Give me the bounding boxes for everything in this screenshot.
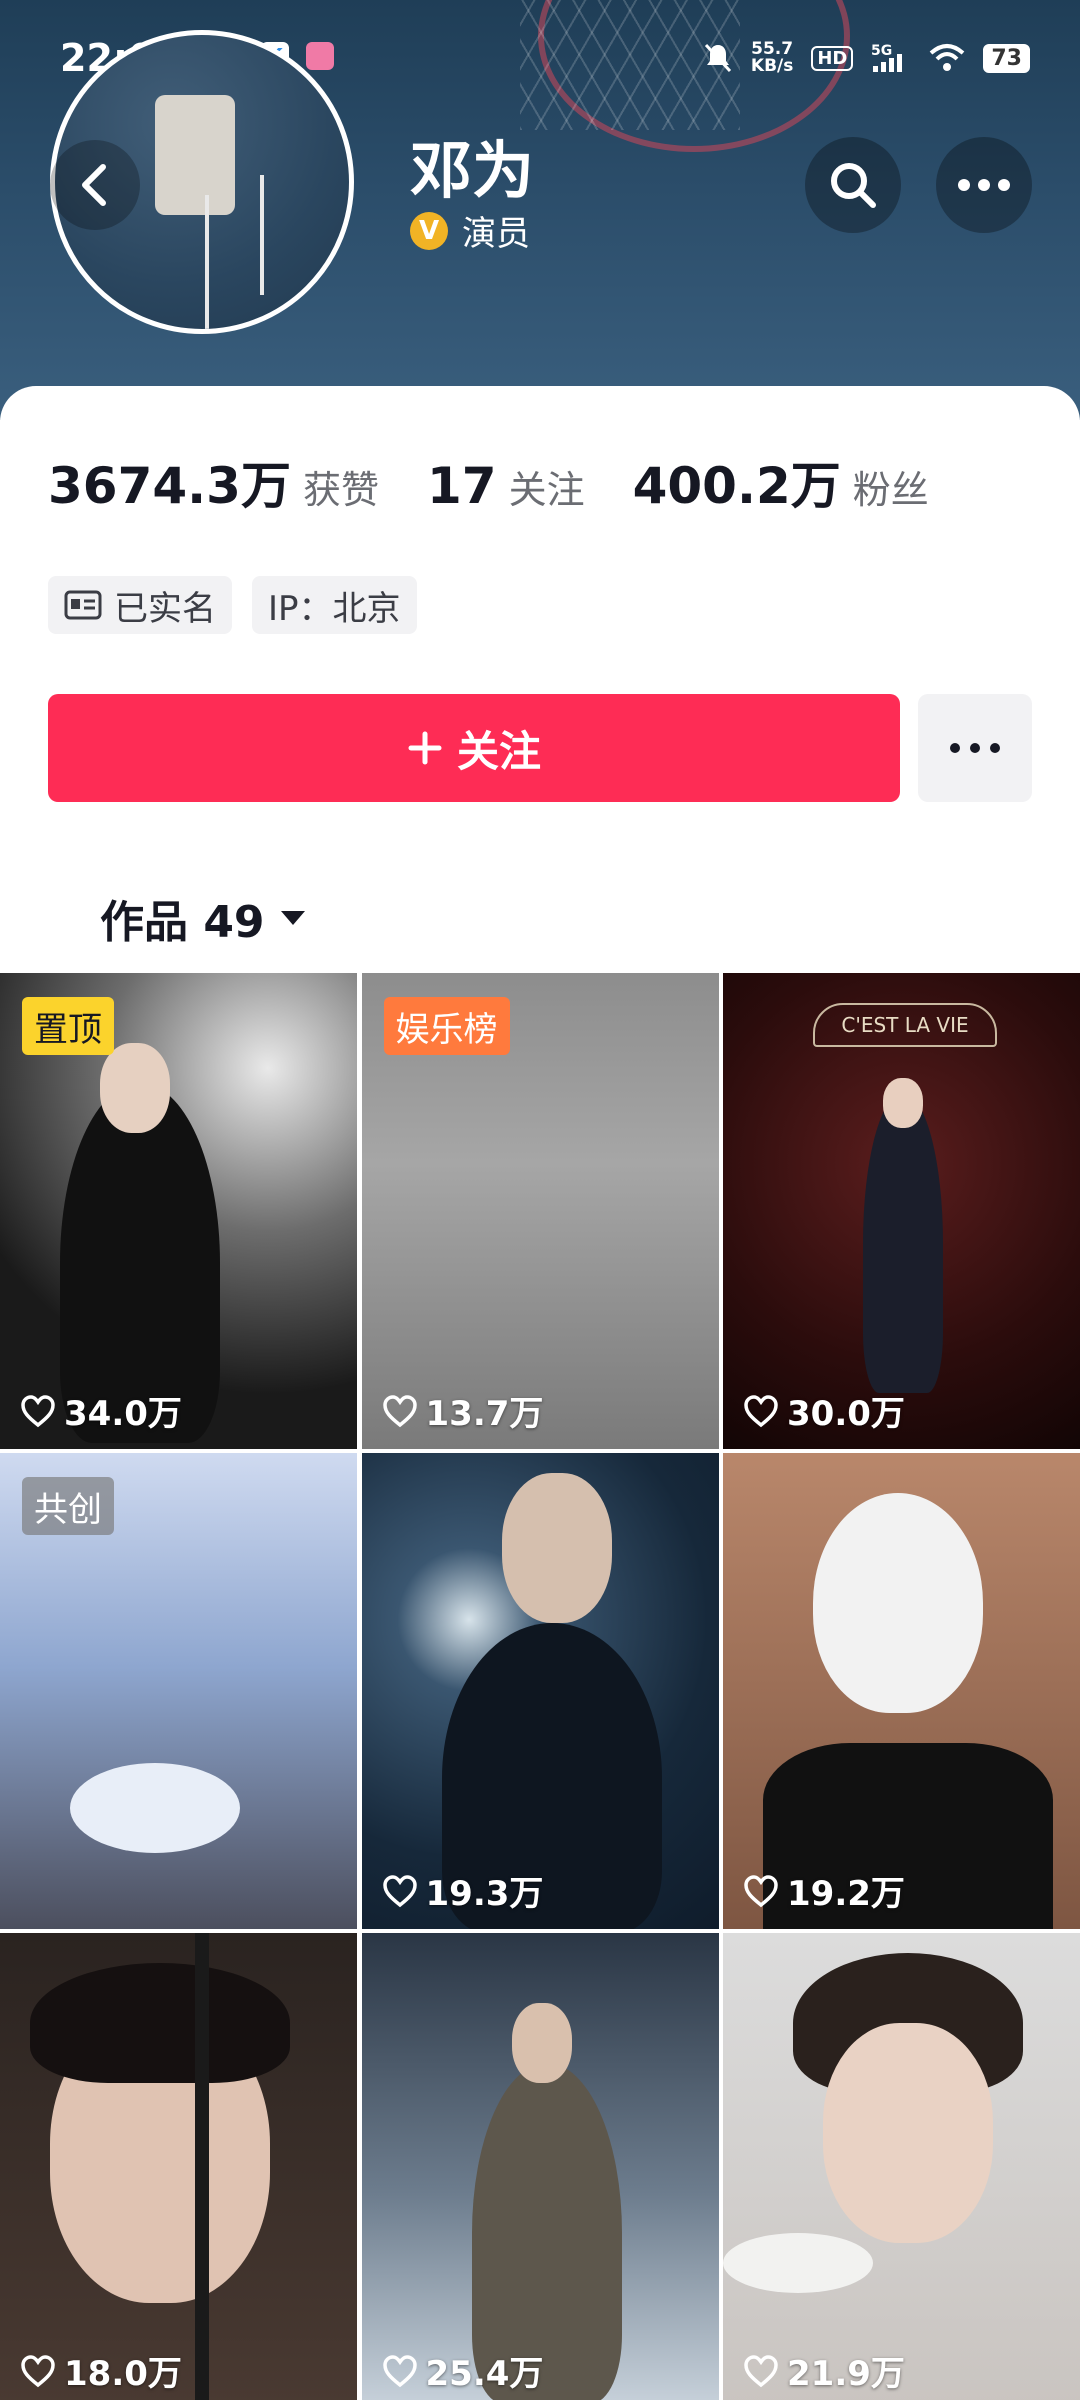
heart-icon <box>744 1874 778 1907</box>
profile-stats: 3674.3万 获赞 17 关注 400.2万 粉丝 <box>48 446 965 518</box>
verified-title: 演员 <box>462 214 530 254</box>
heart-icon <box>382 1874 417 1907</box>
chevron-left-icon <box>82 164 106 206</box>
tile-face <box>100 1043 170 1133</box>
heart-icon <box>21 2354 55 2387</box>
heart-icon <box>382 1394 417 1427</box>
following-label: 关注 <box>508 468 585 512</box>
header-more-button[interactable] <box>936 137 1032 233</box>
tile-hair <box>30 1963 290 2083</box>
hd-indicator: HD <box>811 45 854 71</box>
caret-down-icon <box>280 911 305 925</box>
tile-face <box>511 2003 572 2083</box>
realname-label: 已实名 <box>114 588 216 629</box>
search-button[interactable] <box>805 137 901 233</box>
profile-more-button[interactable] <box>918 694 1032 802</box>
like-count: 18.0万 <box>20 2346 182 2395</box>
heart-icon <box>744 2354 778 2387</box>
profile-tags: 已实名 IP：北京 <box>48 576 417 634</box>
like-count: 30.0万 <box>743 1386 905 1435</box>
signal-5g-icon: 5G <box>871 43 903 72</box>
video-tile[interactable]: 共创 <box>0 1453 357 1929</box>
avatar-object <box>155 95 235 215</box>
co-create-badge: 共创 <box>22 1477 114 1535</box>
more-dots-icon <box>958 179 1010 191</box>
ip-tag: IP：北京 <box>252 576 417 634</box>
profile-page: 22:05 K 55.7 KB/s HD 5G 73 邓为 V <box>0 0 1080 2400</box>
wifi-icon <box>930 44 965 71</box>
battery-indicator: 73 <box>983 43 1030 73</box>
tile-sword <box>195 1933 209 2400</box>
video-tile[interactable]: 21.9万 <box>723 1933 1080 2400</box>
following-count[interactable]: 17 <box>427 457 497 515</box>
realname-tag: 已实名 <box>48 576 232 634</box>
mute-bell-icon <box>704 43 731 73</box>
like-count: 25.4万 <box>382 2346 543 2395</box>
tile-face <box>883 1078 923 1128</box>
like-count: 21.9万 <box>743 2346 905 2395</box>
video-tile[interactable]: 18.0万 <box>0 1933 357 2400</box>
bilibili-icon <box>306 42 334 70</box>
like-count: 19.2万 <box>743 1866 905 1915</box>
tile-face <box>823 2023 993 2243</box>
video-tile[interactable]: 娱乐榜 13.7万 <box>361 973 719 1449</box>
profile-name: 邓为 <box>410 134 535 207</box>
ranking-badge: 娱乐榜 <box>383 997 510 1055</box>
ip-label: IP：北京 <box>268 588 401 629</box>
video-tile[interactable]: C'EST LA VIE 30.0万 <box>723 973 1080 1449</box>
tile-sign: C'EST LA VIE <box>813 1003 997 1047</box>
video-tile[interactable]: 25.4万 <box>361 1933 719 2400</box>
like-count: 19.3万 <box>382 1866 543 1915</box>
verified-badge-icon: V <box>410 211 448 250</box>
heart-icon <box>21 1394 55 1427</box>
id-card-icon <box>64 590 102 620</box>
tab-works[interactable]: 作品 49 <box>100 886 307 950</box>
follow-button[interactable]: 关注 <box>48 694 900 802</box>
tile-object <box>70 1763 240 1853</box>
network-speed: 55.7 KB/s <box>750 39 794 76</box>
status-right-group: 55.7 KB/s HD 5G 73 <box>703 38 1030 78</box>
video-tile[interactable]: 置顶 34.0万 <box>0 973 357 1449</box>
heart-icon <box>382 2354 417 2387</box>
tile-figure <box>863 1093 943 1393</box>
verified-info: V 演员 <box>410 206 530 255</box>
works-tab-label: 作品 49 <box>100 897 265 948</box>
pinned-badge: 置顶 <box>22 997 114 1055</box>
video-grid: 置顶 34.0万 娱乐榜 13.7万 C'EST LA VIE 30.0万 共创… <box>0 973 1080 2400</box>
video-tile[interactable]: 19.3万 <box>361 1453 719 1929</box>
tile-plate <box>723 2233 873 2293</box>
tile-mask <box>813 1493 983 1713</box>
heart-icon <box>744 1394 778 1427</box>
more-dots-icon <box>950 743 1000 753</box>
likes-count[interactable]: 3674.3万 <box>48 446 291 518</box>
follow-label: 关注 <box>456 726 541 776</box>
video-tile[interactable]: 19.2万 <box>723 1453 1080 1929</box>
like-count: 13.7万 <box>382 1386 543 1435</box>
like-count: 34.0万 <box>20 1386 182 1435</box>
tile-face <box>501 1473 612 1623</box>
avatar-string <box>260 175 264 295</box>
plus-icon <box>408 731 442 765</box>
svg-text:5G: 5G <box>871 43 892 59</box>
avatar-string <box>205 195 209 329</box>
followers-count[interactable]: 400.2万 <box>633 446 841 518</box>
back-button[interactable] <box>50 140 140 230</box>
likes-label: 获赞 <box>302 468 379 512</box>
search-icon <box>831 163 876 208</box>
followers-label: 粉丝 <box>852 468 929 512</box>
